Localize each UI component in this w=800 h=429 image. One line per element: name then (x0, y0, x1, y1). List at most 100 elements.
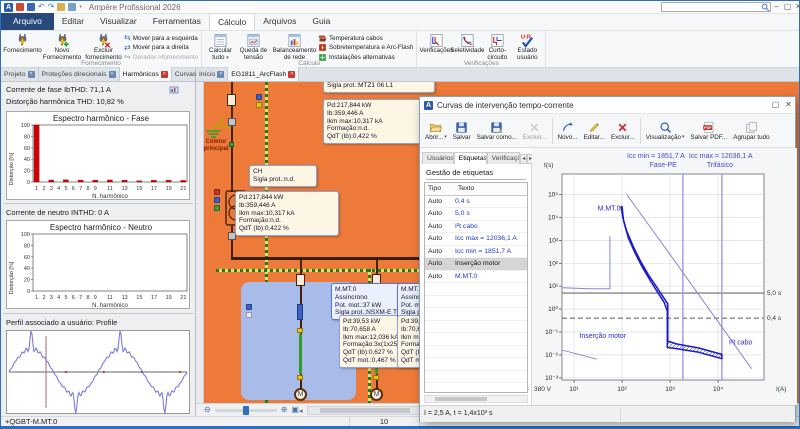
table-row[interactable]: AutoIcc min = 1851,7 A (425, 246, 527, 259)
table-row-empty[interactable] (425, 283, 527, 296)
tab-scroll-left-icon[interactable]: ◂ (520, 154, 527, 164)
incoming-feeder-wire[interactable] (231, 226, 233, 258)
ribbon-item-move-left[interactable]: ⇆Mover para a esquerda (124, 34, 198, 43)
chart-tools-icon[interactable] (169, 85, 179, 95)
table-row[interactable]: AutoI²t cabo (425, 221, 527, 234)
dialog-toolbar-preview[interactable]: Visualização▾ (643, 120, 688, 142)
dialog-tab-verificaçõ[interactable]: Verificaçõ (487, 152, 521, 164)
incoming-breaker-symbol[interactable] (227, 94, 236, 106)
motor0-breaker-symbol[interactable] (296, 274, 305, 286)
motor0-terminal-symbol[interactable] (297, 375, 303, 380)
table-row-empty[interactable] (425, 358, 527, 371)
canvas-hscroll-thumb[interactable] (320, 408, 410, 413)
ribbon-button-short-circuit[interactable]: Curto-circuito (482, 32, 512, 62)
table-row-empty[interactable] (425, 346, 527, 359)
dialog-close-button[interactable]: ✕ (782, 98, 795, 111)
undo-icon[interactable]: ↶ (38, 2, 45, 12)
redo-icon[interactable]: ↷ (48, 2, 55, 12)
dropdown-arrow-icon[interactable]: ▾ (682, 134, 685, 140)
dialog-toolbar-pdf[interactable]: PDFSalvar PDF... (688, 120, 731, 142)
motor0-contactor-symbol[interactable] (297, 304, 303, 320)
ribbon-button-check-curves[interactable]: Verificações (420, 32, 452, 55)
ribbon-item-cable-temp[interactable]: Temperatura cabos (318, 34, 413, 43)
table-row-empty[interactable] (425, 308, 527, 321)
tab-close-icon[interactable]: × (161, 71, 168, 78)
column-header-tipo[interactable]: Tipo (425, 183, 455, 196)
dialog-title-bar[interactable]: A Curvas de intervenção tempo-corrente ▢… (420, 97, 795, 114)
qat-doc-icon[interactable] (16, 3, 24, 11)
close-button[interactable]: ✕ (793, 1, 800, 13)
labels-table[interactable]: Tipo Texto Auto0,4 sAuto5,0 sAutoI²t cab… (424, 182, 528, 393)
minimize-button[interactable]: – (771, 1, 782, 13)
dialog-toolbar-group-all[interactable]: Agrupar tudo (730, 120, 772, 142)
scroll-left-icon[interactable]: ◂ (299, 407, 303, 415)
table-row[interactable]: AutoInserção motor (425, 258, 527, 271)
labels-table-hscrollbar[interactable] (424, 395, 528, 403)
maximize-button[interactable]: ▢ (782, 1, 793, 13)
zoom-slider-thumb[interactable] (243, 406, 249, 415)
tab-close-icon[interactable]: × (217, 71, 224, 78)
dialog-toolbar-folder-open[interactable]: Abrir...▾ (422, 120, 450, 142)
tab-harm-nicos[interactable]: Harmônicos× (120, 67, 172, 81)
tab-eg1811-arcflash[interactable]: EG1811_ArcFlash× (228, 67, 299, 81)
menu-tab-guia[interactable]: Guia (304, 13, 338, 30)
table-row-empty[interactable] (425, 296, 527, 309)
table-row[interactable]: Auto5,0 s (425, 208, 527, 221)
ribbon-button-selectivity[interactable]: Seletividade (452, 32, 482, 55)
qat-grid-icon[interactable] (68, 3, 76, 11)
qat-save-icon[interactable] (27, 3, 35, 11)
disconnector-symbol[interactable] (228, 118, 236, 126)
incoming-name-box[interactable]: Q.MT.0Sigla prot.:MTZ1 06 L1 (323, 82, 435, 93)
qat-folder-icon[interactable] (57, 3, 65, 11)
fit-view-icon[interactable]: ▣ (291, 405, 299, 415)
ribbon-button-plug-new[interactable]: Novo Fornecimento (41, 32, 83, 62)
dialog-toolbar-save-as[interactable]: Salvar como... (474, 120, 520, 142)
menu-tab-editar[interactable]: Editar (54, 13, 92, 30)
dialog-toolbar-new-curve[interactable]: Novo... (555, 120, 581, 142)
tab-close-icon[interactable]: × (109, 71, 116, 78)
motor0-terminal-symbol[interactable] (297, 328, 303, 333)
search-input[interactable] (662, 3, 761, 11)
table-row[interactable]: AutoIcc max = 12036,1 A (425, 233, 527, 246)
tab-prote-es-direcionais[interactable]: Proteções direcionais× (39, 67, 120, 81)
tab-in-cio[interactable]: Início× (196, 67, 228, 81)
menu-tab-cálculo[interactable]: Cálculo (209, 13, 255, 30)
table-row-empty[interactable] (425, 321, 527, 334)
ribbon-button-voltage-drop[interactable]: Queda de tensão (236, 32, 271, 62)
ribbon-button-balance[interactable]: Balanceamento de rede (271, 32, 318, 62)
ribbon-button-user-state[interactable]: U:REstado usuário (512, 32, 542, 62)
search-icon[interactable] (761, 3, 770, 12)
tab-close-icon[interactable]: × (28, 71, 35, 78)
table-row-empty[interactable] (425, 383, 527, 393)
motor0-symbol[interactable]: M (294, 388, 307, 401)
ribbon-item-move-right[interactable]: ⇄Mover para a direita (124, 44, 198, 53)
menu-tab-ferramentas[interactable]: Ferramentas (145, 13, 209, 30)
motor1-terminal-symbol[interactable] (373, 375, 379, 380)
dropdown-arrow-icon[interactable]: ▾ (444, 134, 447, 140)
dialog-toolbar-save[interactable]: Salvar (450, 120, 474, 142)
zoom-in-icon[interactable]: ⊕ (281, 405, 288, 415)
table-row[interactable]: AutoM.MT.0 (425, 271, 527, 284)
motor0-cable-symbol[interactable] (299, 334, 302, 374)
dialog-tab-etiquetas[interactable]: Etiquetas (454, 152, 487, 164)
qat-dropdown-icon[interactable]: ▾ (79, 2, 82, 12)
dialog-tab-usuários[interactable]: Usuários (422, 152, 454, 164)
ribbon-button-plug-delete[interactable]: Excluir fornecimento (83, 32, 124, 62)
switch-data-box[interactable]: Pd:217,844 kWIb:359,446 AIkm max:10,317 … (235, 191, 339, 236)
menu-tab-arquivos[interactable]: Arquivos (255, 13, 304, 30)
zoom-out-icon[interactable]: ⊖ (204, 405, 211, 415)
ribbon-button-calc-all[interactable]: Calcular tudo ▾ (205, 32, 236, 62)
curves-dialog[interactable]: A Curvas de intervenção tempo-corrente ▢… (419, 96, 796, 422)
search-box[interactable] (661, 2, 771, 12)
menu-tab-arquivo[interactable]: Arquivo (1, 13, 54, 30)
dialog-toolbar-edit[interactable]: Editar... (581, 120, 608, 142)
motor1-symbol[interactable]: M (370, 388, 383, 401)
time-current-chart[interactable]: 5,0 s0,4 sM.MT.0I²t caboInserção motorIc… (532, 148, 797, 405)
dialog-maximize-button[interactable]: ▢ (769, 98, 782, 111)
ribbon-button-plug[interactable]: Fornecimento (4, 32, 41, 55)
table-row-empty[interactable] (425, 371, 527, 384)
ground-collector-icon[interactable] (204, 118, 228, 138)
column-header-texto[interactable]: Texto (455, 183, 527, 196)
zoom-slider[interactable] (215, 409, 277, 412)
ribbon-item-arc-flash[interactable]: Sobretemperatura e Arc-Flash (318, 44, 413, 53)
